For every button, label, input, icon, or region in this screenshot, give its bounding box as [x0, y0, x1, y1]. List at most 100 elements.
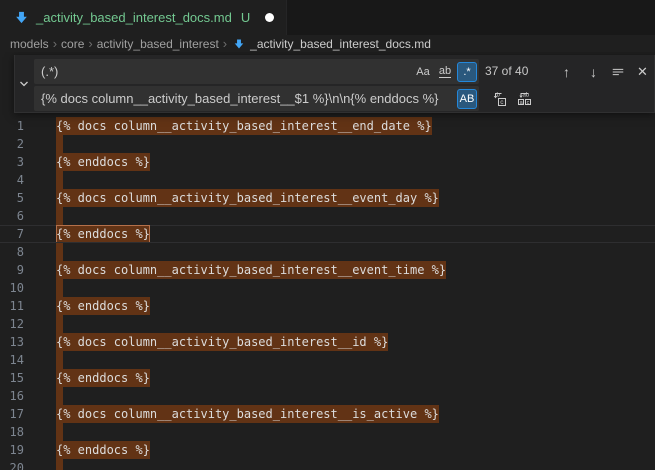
empty-line-match-highlight	[56, 351, 63, 369]
code-lines: 1 {% docs column__activity_based_interest…	[0, 117, 655, 470]
line-number: 10	[0, 279, 24, 297]
empty-line-match-highlight	[56, 387, 63, 405]
line-number: 1	[0, 117, 24, 135]
empty-line-match-highlight	[56, 207, 63, 225]
markdown-file-icon	[233, 38, 245, 50]
arrow-down-icon: ↓	[590, 64, 597, 80]
code-line[interactable]: 13 {% docs column__activity_based_interes…	[0, 333, 655, 351]
line-number: 4	[0, 171, 24, 189]
replace-icon: b c	[491, 91, 507, 107]
code-line[interactable]: 9{% docs column__activity_based_interest…	[0, 261, 655, 279]
code-line[interactable]: 20	[0, 459, 655, 470]
line-number: 7	[0, 225, 24, 243]
line-text: {% docs column__activity_based_interest_…	[56, 405, 439, 423]
empty-line-match-highlight	[56, 279, 63, 297]
match-case-button[interactable]: Aa	[413, 62, 433, 82]
code-line[interactable]: 16	[0, 387, 655, 405]
line-text: {% enddocs %}	[56, 153, 150, 171]
selection-icon	[611, 65, 625, 79]
close-icon: ✕	[637, 64, 648, 80]
markdown-file-icon	[14, 10, 29, 25]
replace-input-value[interactable]: {% docs column__activity_based_interest_…	[34, 91, 457, 106]
line-number: 16	[0, 387, 24, 405]
line-number: 13	[0, 333, 24, 351]
close-find-button[interactable]: ✕	[632, 61, 653, 82]
empty-line-match-highlight	[56, 423, 63, 441]
chevron-down-icon	[19, 79, 29, 89]
replace-input[interactable]: {% docs column__activity_based_interest_…	[34, 86, 479, 111]
code-line[interactable]: 15 {% enddocs %}	[0, 369, 655, 387]
code-line[interactable]: 19 {% enddocs %}	[0, 441, 655, 459]
code-line[interactable]: 17 {% docs column__activity_based_interes…	[0, 405, 655, 423]
line-text: {% enddocs %}	[56, 369, 150, 387]
empty-line-match-highlight	[56, 315, 63, 333]
empty-line-match-highlight	[56, 171, 63, 189]
code-line[interactable]: 12	[0, 315, 655, 333]
chevron-right-icon: ›	[53, 38, 57, 50]
line-number: 5	[0, 189, 24, 207]
empty-line-match-highlight	[56, 135, 63, 153]
find-results-count: 37 of 40	[485, 59, 528, 84]
line-text: {% docs column__activity_based_interest_…	[56, 333, 388, 351]
editor-pane[interactable]: (.*) Aa ab .* 37 of 40 ↑ ↓ ✕ {% docs col…	[0, 52, 655, 470]
previous-match-button[interactable]: ↑	[556, 61, 577, 82]
line-number: 17	[0, 405, 24, 423]
breadcrumb-item-file[interactable]: _activity_based_interest_docs.md	[250, 37, 431, 51]
line-number: 15	[0, 369, 24, 387]
code-line[interactable]: 8	[0, 243, 655, 261]
line-number: 8	[0, 243, 24, 261]
code-line[interactable]: 7 {% enddocs %}	[0, 225, 655, 243]
line-text: {% enddocs %}	[56, 441, 150, 459]
breadcrumb-item-core[interactable]: core	[61, 37, 84, 51]
chevron-right-icon: ›	[88, 38, 92, 50]
toggle-replace-button[interactable]	[15, 55, 33, 112]
find-replace-widget: (.*) Aa ab .* 37 of 40 ↑ ↓ ✕ {% docs col…	[14, 55, 655, 113]
code-line[interactable]: 10	[0, 279, 655, 297]
breadcrumb-item-folder[interactable]: activity_based_interest	[97, 37, 219, 51]
code-line[interactable]: 3 {% enddocs %}	[0, 153, 655, 171]
line-text: {% docs column__activity_based_interest_…	[56, 189, 439, 207]
empty-line-match-highlight	[56, 459, 63, 470]
line-number: 20	[0, 459, 24, 470]
code-line[interactable]: 4	[0, 171, 655, 189]
line-text: {% enddocs %}	[56, 225, 150, 243]
replace-all-button[interactable]: ab a c	[513, 88, 534, 109]
line-number: 3	[0, 153, 24, 171]
find-input-value[interactable]: (.*)	[34, 64, 413, 79]
code-line[interactable]: 2	[0, 135, 655, 153]
code-line[interactable]: 18	[0, 423, 655, 441]
code-line[interactable]: 5 {% docs column__activity_based_interest…	[0, 189, 655, 207]
line-number: 12	[0, 315, 24, 333]
line-number: 19	[0, 441, 24, 459]
git-status-badge: U	[241, 10, 250, 25]
arrow-up-icon: ↑	[563, 64, 570, 80]
line-number: 11	[0, 297, 24, 315]
editor-tab[interactable]: _activity_based_interest_docs.md U	[0, 0, 287, 35]
breadcrumb: models › core › activity_based_interest …	[0, 35, 655, 52]
regex-button[interactable]: .*	[457, 62, 477, 82]
whole-word-button[interactable]: ab	[435, 62, 455, 82]
line-text	[56, 459, 63, 470]
line-text: {% docs column__activity_based_interest_…	[56, 117, 432, 135]
empty-line-match-highlight	[56, 243, 63, 261]
code-line[interactable]: 11 {% enddocs %}	[0, 297, 655, 315]
line-text: {% enddocs %}	[56, 297, 150, 315]
unsaved-dot-icon[interactable]	[265, 13, 274, 22]
replace-all-icon: ab a c	[516, 91, 532, 107]
next-match-button[interactable]: ↓	[583, 61, 604, 82]
code-line[interactable]: 6	[0, 207, 655, 225]
tab-bar: _activity_based_interest_docs.md U	[0, 0, 655, 35]
find-in-selection-button[interactable]	[607, 61, 628, 82]
line-number: 2	[0, 135, 24, 153]
preserve-case-button[interactable]: AB	[457, 89, 477, 109]
find-input[interactable]: (.*) Aa ab .*	[34, 59, 479, 84]
code-line[interactable]: 14	[0, 351, 655, 369]
replace-button[interactable]: b c	[488, 88, 509, 109]
tab-filename: _activity_based_interest_docs.md	[36, 10, 232, 25]
line-number: 9	[0, 261, 24, 279]
svg-text:c: c	[526, 99, 529, 105]
line-number: 18	[0, 423, 24, 441]
breadcrumb-item-models[interactable]: models	[10, 37, 49, 51]
code-line[interactable]: 1 {% docs column__activity_based_interest…	[0, 117, 655, 135]
chevron-right-icon: ›	[223, 38, 227, 50]
